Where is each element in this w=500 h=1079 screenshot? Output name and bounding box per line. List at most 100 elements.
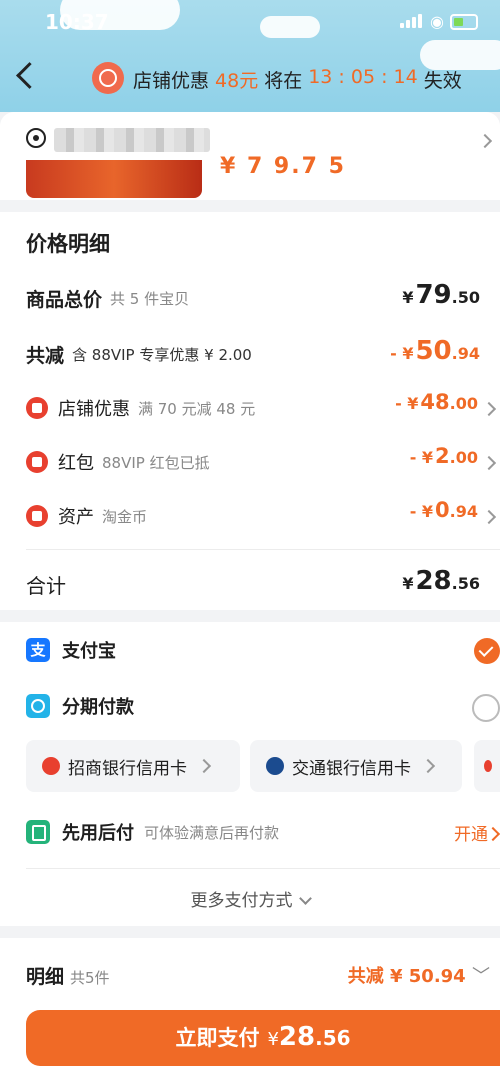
alipay-icon: 支 (26, 638, 50, 662)
shop-discount-label: 店铺优惠 (58, 399, 130, 420)
redpacket-label: 红包 (58, 453, 94, 474)
nav-bar: 店铺优惠 48元 将在 13 : 05 : 14 失效 (0, 56, 500, 104)
shop-icon (26, 397, 48, 419)
checkout-bar: 明细 共5件 共减 ¥ 50.94 ﹀ 立即支付 ¥ 28 .56 (0, 938, 500, 1079)
pay-dec: .56 (315, 1026, 351, 1050)
total-reduce[interactable]: 共减 ¥ 50.94 ﹀ (348, 962, 490, 988)
wifi-icon: ◉ (430, 12, 444, 31)
chevron-down-icon: ﹀ (472, 966, 490, 987)
total-sub: 共 5 件宝贝 (110, 289, 190, 308)
more-payment-label: 更多支付方式 (190, 891, 293, 911)
shop-discount-int: 48 (420, 390, 450, 414)
more-payment-button[interactable]: 更多支付方式 (0, 886, 500, 911)
price-detail-title: 价格明细 (26, 232, 110, 256)
assets-label: 资产 (58, 507, 94, 528)
discount-countdown: 店铺优惠 48元 将在 13 : 05 : 14 失效 (133, 66, 462, 93)
total-dec: .50 (451, 288, 480, 307)
paylater-activate[interactable]: 开通 (454, 820, 488, 845)
sum-row: 合计 ¥ 28 .56 (26, 566, 500, 602)
chevron-right-icon (485, 826, 500, 842)
bank-option-more[interactable] (474, 740, 500, 792)
status-bar: 10:37 ◉ (0, 0, 500, 44)
battery-icon (450, 14, 478, 30)
sum-dec: .56 (451, 574, 480, 593)
countdown-amount: 48元 (215, 70, 259, 92)
redpacket-dec: .00 (449, 448, 478, 467)
cmb-logo-icon (42, 757, 60, 775)
pay-yen: ¥ (267, 1029, 279, 1050)
reduce-label: 共减 (26, 344, 65, 367)
alipay-option[interactable]: 支 支付宝 (26, 632, 500, 668)
tag-icon (26, 505, 48, 527)
signal-icon (400, 14, 422, 28)
pay-int: 28 (278, 1022, 316, 1052)
assets-int: 0 (435, 498, 450, 522)
chevron-right-icon (481, 455, 497, 471)
total-reduce-label: 共减 ¥ 50.94 (347, 966, 466, 987)
checked-radio[interactable] (474, 638, 500, 664)
redpacket-sub: 88VIP 红包已抵 (102, 453, 210, 472)
reduce-prefix: - ¥ (390, 344, 414, 363)
total-yen: ¥ (402, 288, 414, 307)
location-pin-icon (26, 128, 46, 148)
installment-icon (26, 694, 50, 718)
assets-prefix: - ¥ (409, 502, 434, 521)
reduce-sub: 含 88VIP 专享优惠 ¥ 2.00 (72, 345, 252, 364)
assets-sub: 淘金币 (102, 507, 148, 526)
shop-discount-row[interactable]: 店铺优惠 满 70 元减 48 元 - ¥ 48 .00 (26, 390, 500, 426)
paylater-option[interactable]: 先用后付 可体验满意后再付款 开通 (26, 814, 500, 850)
red-packet-icon (26, 451, 48, 473)
pay-now-label: 立即支付 (175, 1026, 260, 1050)
back-arrow-icon[interactable] (16, 62, 43, 89)
reduce-int: 50 (415, 336, 452, 366)
bank-option-cmb[interactable]: 招商银行信用卡 (26, 740, 240, 792)
alipay-label: 支付宝 (62, 641, 116, 662)
detail-label: 明细 (26, 966, 65, 988)
chevron-right-icon (196, 758, 212, 774)
bank-logo-icon (484, 760, 492, 772)
total-row: 商品总价 共 5 件宝贝 ¥ 79 .50 (26, 280, 500, 316)
shop-discount-prefix: - ¥ (395, 394, 419, 413)
redpacket-int: 2 (435, 444, 450, 468)
status-time: 10:37 (45, 10, 109, 34)
price-detail-card: 价格明细 商品总价 共 5 件宝贝 ¥ 79 .50 共减 含 88VIP 专享… (0, 212, 500, 610)
countdown-mid: 将在 (264, 70, 303, 92)
reduce-dec: .94 (451, 344, 480, 363)
divider (26, 868, 500, 869)
sum-label: 合计 (26, 573, 66, 598)
address-card[interactable]: ¥ 7 9.7 5 (0, 112, 500, 200)
product-image[interactable] (26, 160, 202, 198)
reduce-row: 共减 含 88VIP 专享优惠 ¥ 2.00 - ¥ 50 .94 (26, 336, 500, 372)
total-int: 79 (415, 280, 452, 310)
paylater-icon (26, 820, 50, 844)
paylater-sub: 可体验满意后再付款 (144, 823, 280, 842)
paylater-label: 先用后付 (62, 823, 134, 844)
pay-now-button[interactable]: 立即支付 ¥ 28 .56 (26, 1010, 500, 1066)
sum-yen: ¥ (402, 574, 414, 593)
total-label: 商品总价 (26, 288, 103, 311)
page-header: 10:37 ◉ 店铺优惠 48元 将在 13 : 05 : 14 失效 (0, 0, 500, 112)
bank-label: 招商银行信用卡 (68, 758, 187, 779)
payment-card: 支 支付宝 分期付款 招商银行信用卡 交通银行信用卡 先用后付 可体验满意后再付… (0, 622, 500, 926)
chevron-right-icon (477, 133, 493, 149)
divider (26, 549, 500, 550)
bocom-logo-icon (266, 757, 284, 775)
unchecked-radio[interactable] (472, 694, 500, 722)
redpacket-prefix: - ¥ (409, 448, 434, 467)
detail-count: 共5件 (70, 969, 110, 987)
address-blurred (54, 128, 210, 152)
chevron-right-icon (481, 401, 497, 417)
assets-row[interactable]: 资产 淘金币 - ¥ 0 .94 (26, 498, 500, 534)
countdown-prefix: 店铺优惠 (133, 70, 210, 92)
countdown-suffix: 失效 (423, 70, 462, 92)
shop-discount-dec: .00 (449, 394, 478, 413)
product-price: ¥ 7 9.7 5 (220, 154, 346, 179)
chevron-right-icon (420, 758, 436, 774)
installment-option[interactable]: 分期付款 (26, 688, 500, 724)
bank-option-bocom[interactable]: 交通银行信用卡 (250, 740, 462, 792)
detail-toggle[interactable]: 明细 共5件 (26, 962, 110, 989)
shop-discount-sub: 满 70 元减 48 元 (138, 399, 256, 418)
chevron-right-icon (481, 509, 497, 525)
assets-dec: .94 (449, 502, 478, 521)
redpacket-row[interactable]: 红包 88VIP 红包已抵 - ¥ 2 .00 (26, 444, 500, 480)
